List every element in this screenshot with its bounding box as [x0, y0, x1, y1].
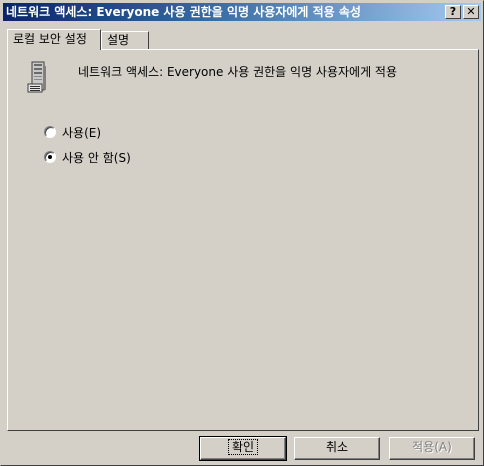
help-button[interactable]: ? [445, 5, 461, 19]
ok-button-label: 확인 [227, 439, 259, 455]
title-bar[interactable]: 네트워크 액세스: Everyone 사용 권한을 익명 사용자에게 적용 속성… [3, 3, 481, 21]
tab-panel: 네트워크 액세스: Everyone 사용 권한을 익명 사용자에게 적용 사용… [7, 49, 479, 431]
enabled-label: 사용(E) [62, 125, 102, 140]
properties-dialog: 네트워크 액세스: Everyone 사용 권한을 익명 사용자에게 적용 속성… [0, 0, 484, 466]
ok-button[interactable]: 확인 [199, 436, 287, 461]
server-icon [27, 61, 46, 93]
disabled-radio[interactable] [44, 151, 56, 163]
policy-name: 네트워크 액세스: Everyone 사용 권한을 익명 사용자에게 적용 [78, 65, 398, 79]
cancel-button[interactable]: 취소 [294, 437, 380, 460]
tab-local-security-setting[interactable]: 로컬 보안 설정 [7, 29, 101, 50]
enabled-radio[interactable] [44, 126, 56, 138]
apply-button: 적용(A) [389, 437, 475, 460]
close-button[interactable]: ✕ [463, 5, 479, 19]
disabled-label: 사용 안 함(S) [62, 150, 131, 165]
tab-explain[interactable]: 설명 [101, 31, 149, 49]
disabled-option[interactable]: 사용 안 함(S) [44, 149, 131, 165]
enabled-option[interactable]: 사용(E) [44, 124, 101, 140]
window-title: 네트워크 액세스: Everyone 사용 권한을 익명 사용자에게 적용 속성 [6, 5, 361, 19]
